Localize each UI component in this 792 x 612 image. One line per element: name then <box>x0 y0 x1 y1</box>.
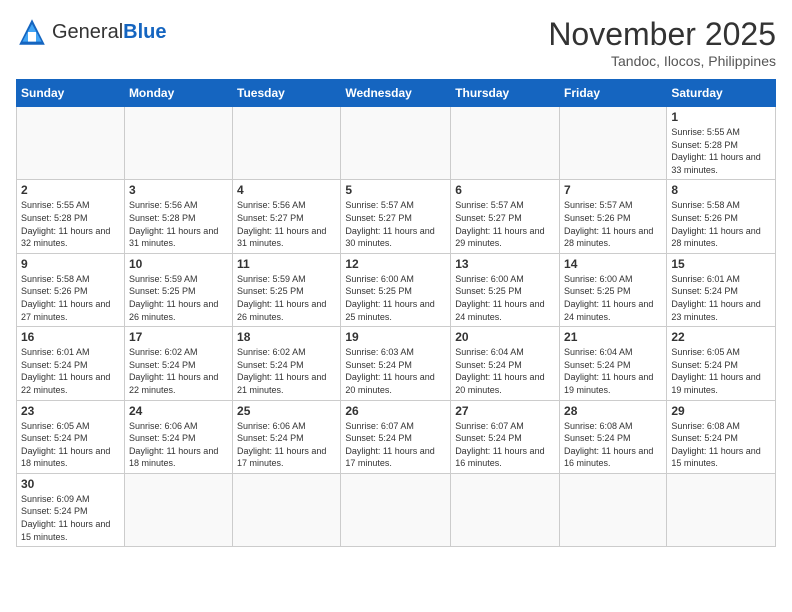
day-5: 5 Sunrise: 5:57 AMSunset: 5:27 PMDayligh… <box>341 180 451 253</box>
week-row-4: 16 Sunrise: 6:01 AMSunset: 5:24 PMDaylig… <box>17 327 776 400</box>
empty-cell <box>341 107 451 180</box>
week-row-2: 2 Sunrise: 5:55 AMSunset: 5:28 PMDayligh… <box>17 180 776 253</box>
header: GeneralBlue November 2025 Tandoc, Ilocos… <box>16 16 776 69</box>
day-26: 26 Sunrise: 6:07 AMSunset: 5:24 PMDaylig… <box>341 400 451 473</box>
day-4: 4 Sunrise: 5:56 AMSunset: 5:27 PMDayligh… <box>233 180 341 253</box>
day-19: 19 Sunrise: 6:03 AMSunset: 5:24 PMDaylig… <box>341 327 451 400</box>
empty-cell <box>233 107 341 180</box>
header-monday: Monday <box>124 80 232 107</box>
empty-cell <box>124 107 232 180</box>
weekday-header-row: Sunday Monday Tuesday Wednesday Thursday… <box>17 80 776 107</box>
empty-cell <box>451 107 560 180</box>
empty-cell <box>667 473 776 546</box>
header-tuesday: Tuesday <box>233 80 341 107</box>
day-29: 29 Sunrise: 6:08 AMSunset: 5:24 PMDaylig… <box>667 400 776 473</box>
title-section: November 2025 Tandoc, Ilocos, Philippine… <box>548 16 776 69</box>
day-11: 11 Sunrise: 5:59 AMSunset: 5:25 PMDaylig… <box>233 253 341 326</box>
header-friday: Friday <box>560 80 667 107</box>
week-row-1: 1 Sunrise: 5:55 AMSunset: 5:28 PMDayligh… <box>17 107 776 180</box>
day-7: 7 Sunrise: 5:57 AMSunset: 5:26 PMDayligh… <box>560 180 667 253</box>
day-20: 20 Sunrise: 6:04 AMSunset: 5:24 PMDaylig… <box>451 327 560 400</box>
day-14: 14 Sunrise: 6:00 AMSunset: 5:25 PMDaylig… <box>560 253 667 326</box>
day-21: 21 Sunrise: 6:04 AMSunset: 5:24 PMDaylig… <box>560 327 667 400</box>
day-12: 12 Sunrise: 6:00 AMSunset: 5:25 PMDaylig… <box>341 253 451 326</box>
week-row-3: 9 Sunrise: 5:58 AMSunset: 5:26 PMDayligh… <box>17 253 776 326</box>
day-22: 22 Sunrise: 6:05 AMSunset: 5:24 PMDaylig… <box>667 327 776 400</box>
generalblue-icon <box>16 16 48 48</box>
day-16: 16 Sunrise: 6:01 AMSunset: 5:24 PMDaylig… <box>17 327 125 400</box>
empty-cell <box>451 473 560 546</box>
empty-cell <box>17 107 125 180</box>
month-title: November 2025 <box>548 16 776 53</box>
day-25: 25 Sunrise: 6:06 AMSunset: 5:24 PMDaylig… <box>233 400 341 473</box>
header-saturday: Saturday <box>667 80 776 107</box>
day-23: 23 Sunrise: 6:05 AMSunset: 5:24 PMDaylig… <box>17 400 125 473</box>
day-18: 18 Sunrise: 6:02 AMSunset: 5:24 PMDaylig… <box>233 327 341 400</box>
empty-cell <box>124 473 232 546</box>
logo-text: GeneralBlue <box>52 22 167 43</box>
day-27: 27 Sunrise: 6:07 AMSunset: 5:24 PMDaylig… <box>451 400 560 473</box>
header-wednesday: Wednesday <box>341 80 451 107</box>
calendar-table: Sunday Monday Tuesday Wednesday Thursday… <box>16 79 776 547</box>
day-28: 28 Sunrise: 6:08 AMSunset: 5:24 PMDaylig… <box>560 400 667 473</box>
location: Tandoc, Ilocos, Philippines <box>548 53 776 69</box>
week-row-5: 23 Sunrise: 6:05 AMSunset: 5:24 PMDaylig… <box>17 400 776 473</box>
header-sunday: Sunday <box>17 80 125 107</box>
day-2: 2 Sunrise: 5:55 AMSunset: 5:28 PMDayligh… <box>17 180 125 253</box>
day-17: 17 Sunrise: 6:02 AMSunset: 5:24 PMDaylig… <box>124 327 232 400</box>
day-9: 9 Sunrise: 5:58 AMSunset: 5:26 PMDayligh… <box>17 253 125 326</box>
day-15: 15 Sunrise: 6:01 AMSunset: 5:24 PMDaylig… <box>667 253 776 326</box>
week-row-6: 30 Sunrise: 6:09 AMSunset: 5:24 PMDaylig… <box>17 473 776 546</box>
logo: GeneralBlue <box>16 16 167 48</box>
day-13: 13 Sunrise: 6:00 AMSunset: 5:25 PMDaylig… <box>451 253 560 326</box>
day-8: 8 Sunrise: 5:58 AMSunset: 5:26 PMDayligh… <box>667 180 776 253</box>
empty-cell <box>341 473 451 546</box>
page: GeneralBlue November 2025 Tandoc, Ilocos… <box>0 0 792 612</box>
day-6: 6 Sunrise: 5:57 AMSunset: 5:27 PMDayligh… <box>451 180 560 253</box>
day-3: 3 Sunrise: 5:56 AMSunset: 5:28 PMDayligh… <box>124 180 232 253</box>
empty-cell <box>560 107 667 180</box>
day-24: 24 Sunrise: 6:06 AMSunset: 5:24 PMDaylig… <box>124 400 232 473</box>
header-thursday: Thursday <box>451 80 560 107</box>
day-1: 1 Sunrise: 5:55 AMSunset: 5:28 PMDayligh… <box>667 107 776 180</box>
empty-cell <box>560 473 667 546</box>
day-30: 30 Sunrise: 6:09 AMSunset: 5:24 PMDaylig… <box>17 473 125 546</box>
empty-cell <box>233 473 341 546</box>
day-10: 10 Sunrise: 5:59 AMSunset: 5:25 PMDaylig… <box>124 253 232 326</box>
